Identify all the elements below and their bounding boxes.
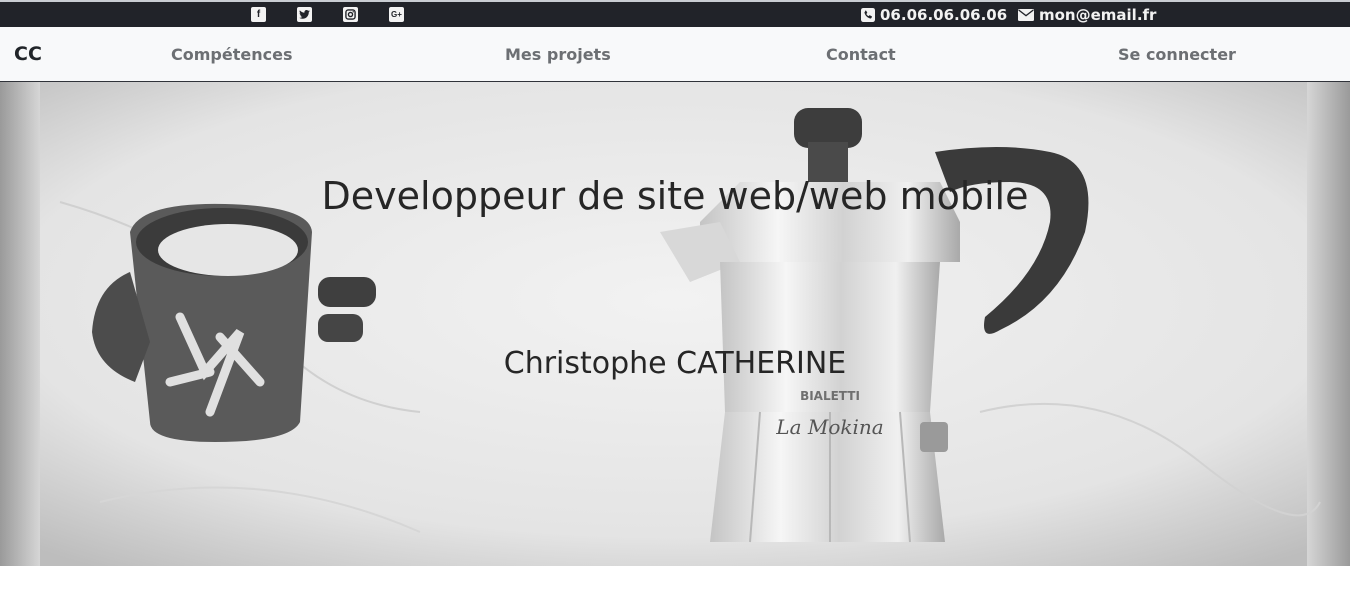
email-contact[interactable]: mon@email.fr xyxy=(1018,6,1156,24)
hero-background-photo: BIALETTI La Mokina xyxy=(0,82,1350,566)
nav-link-contact[interactable]: Contact xyxy=(826,45,896,64)
envelope-icon xyxy=(1018,9,1034,21)
nav-link-projects[interactable]: Mes projets xyxy=(505,45,611,64)
twitter-link[interactable] xyxy=(297,7,312,22)
brand-logo[interactable]: CC xyxy=(14,43,42,65)
email-address: mon@email.fr xyxy=(1039,6,1157,24)
twitter-icon xyxy=(299,10,310,19)
main-navbar: CC Compétences Mes projets Contact Se co… xyxy=(0,27,1350,82)
nav-link-login[interactable]: Se connecter xyxy=(1118,45,1236,64)
phone-number: 06.06.06.06.06 xyxy=(880,6,1008,24)
top-contact-bar: f G+ 06.06.06.06.06 mon@email.fr xyxy=(0,0,1350,27)
google-plus-icon: G+ xyxy=(391,10,402,19)
pot-label-text: La Mokina xyxy=(775,415,883,439)
phone-contact[interactable]: 06.06.06.06.06 xyxy=(861,6,1007,24)
google-plus-link[interactable]: G+ xyxy=(389,7,404,22)
pot-brand-text: BIALETTI xyxy=(800,389,860,403)
nav-link-competences[interactable]: Compétences xyxy=(171,45,292,64)
hero-name: Christophe CATHERINE xyxy=(503,346,847,381)
hero-banner: BIALETTI La Mokina Developpeur de site w… xyxy=(0,82,1350,566)
phone-icon xyxy=(861,8,875,22)
instagram-link[interactable] xyxy=(343,7,358,22)
hero-title: Developpeur de site web/web mobile xyxy=(321,174,1029,218)
facebook-icon: f xyxy=(256,9,261,20)
facebook-link[interactable]: f xyxy=(251,7,266,22)
instagram-icon xyxy=(345,9,356,20)
